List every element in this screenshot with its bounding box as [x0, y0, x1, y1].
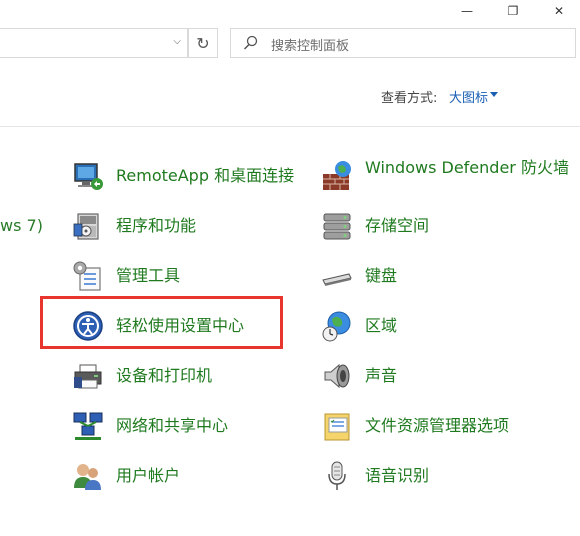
highlight-box [40, 296, 283, 349]
item-user-accounts[interactable]: 用户帐户 [72, 458, 180, 494]
left-column-item-label[interactable]: ws 7) [0, 216, 43, 235]
item-label: Windows Defender 防火墙 [365, 158, 569, 177]
divider [0, 126, 580, 127]
chevron-down-icon[interactable] [490, 92, 498, 97]
item-label: 网络和共享中心 [116, 416, 229, 435]
item-storage-spaces[interactable]: 存储空间 [321, 208, 429, 244]
firewall-icon [321, 160, 353, 192]
view-by-dropdown[interactable]: 大图标 [449, 87, 488, 106]
view-by-label: 查看方式: [381, 91, 438, 106]
item-label: 区域 [365, 316, 398, 335]
item-label: 文件资源管理器选项 [365, 416, 510, 435]
address-dropdown-icon[interactable]: ⌵ [173, 36, 181, 47]
item-admin-tools[interactable]: 管理工具 [72, 258, 180, 294]
printer-icon [72, 360, 104, 392]
programs-icon [72, 210, 104, 242]
admin-tools-icon [72, 260, 104, 292]
search-input[interactable]: 搜索控制面板 [230, 28, 576, 58]
microphone-icon [321, 460, 353, 492]
item-folder-options[interactable]: 文件资源管理器选项 [321, 408, 509, 444]
maximize-button[interactable]: ❐ [490, 0, 536, 22]
item-network[interactable]: 网络和共享中心 [72, 408, 228, 444]
item-remoteapp[interactable]: RemoteApp 和桌面连接 [72, 158, 294, 194]
users-icon [72, 460, 104, 492]
item-region[interactable]: 区域 [321, 308, 397, 344]
item-sound[interactable]: 声音 [321, 358, 397, 394]
refresh-button[interactable]: ↻ [188, 28, 218, 58]
item-programs[interactable]: 程序和功能 [72, 208, 196, 244]
item-label: 管理工具 [116, 266, 181, 285]
item-speech-recognition[interactable]: 语音识别 [321, 458, 429, 494]
item-label: 语音识别 [365, 466, 430, 485]
search-icon [243, 35, 259, 55]
storage-icon [321, 210, 353, 242]
item-label: 程序和功能 [116, 216, 197, 235]
search-placeholder: 搜索控制面板 [271, 39, 350, 54]
item-label: 键盘 [365, 266, 398, 285]
item-label: RemoteApp 和桌面连接 [116, 166, 295, 185]
address-bar[interactable]: ⌵ [0, 28, 188, 58]
network-icon [72, 410, 104, 442]
folder-options-icon [321, 410, 353, 442]
region-icon [321, 310, 353, 342]
sound-icon [321, 360, 353, 392]
item-label: 声音 [365, 366, 398, 385]
item-label: 存储空间 [365, 216, 430, 235]
remoteapp-icon [72, 160, 104, 192]
item-keyboard[interactable]: 键盘 [321, 258, 397, 294]
minimize-button[interactable]: — [444, 0, 490, 22]
item-label: 设备和打印机 [116, 366, 213, 385]
item-label: 用户帐户 [116, 466, 181, 485]
close-button[interactable]: ✕ [536, 0, 580, 22]
item-devices-printers[interactable]: 设备和打印机 [72, 358, 212, 394]
item-firewall[interactable]: Windows Defender 防火墙 [321, 158, 580, 198]
keyboard-icon [321, 260, 353, 292]
